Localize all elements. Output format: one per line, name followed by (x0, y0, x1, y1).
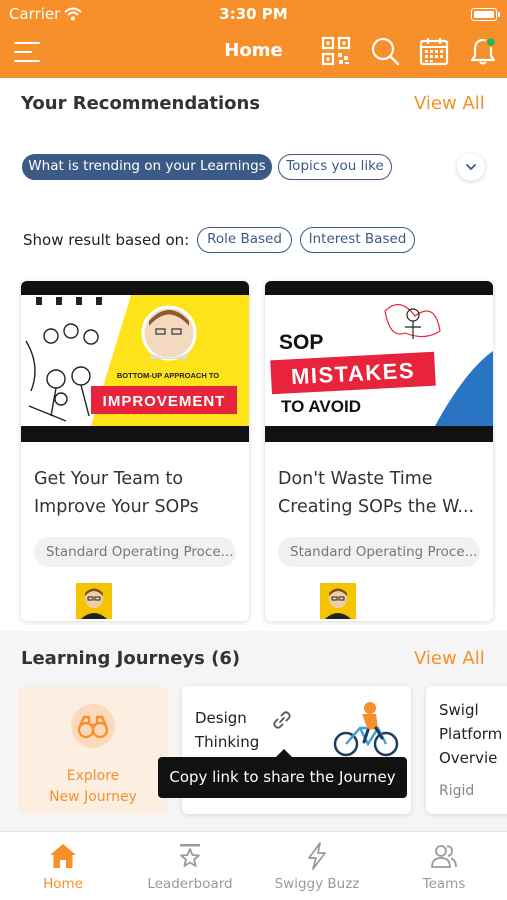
journey-card-platform-overview[interactable]: Swigl Platform Overvie Rigid (426, 686, 507, 814)
chevron-down-icon (466, 164, 476, 170)
explore-label: Explore New Journey (18, 766, 168, 808)
tab-label: Teams (422, 876, 466, 892)
learning-journeys-title: Learning Journeys (6) (21, 648, 241, 669)
explore-icon-bg (71, 704, 115, 748)
recommendation-card[interactable]: SOP MISTAKES TO AVOID Don't Waste Time C… (265, 281, 493, 621)
card-thumbnail: BOTTOM-UP APPROACH TO IMPROVEMENT (21, 281, 249, 442)
cyclist-illustration (333, 702, 399, 757)
card-title: Get Your Team to Improve Your SOPs (34, 469, 199, 517)
binoculars-icon (77, 715, 109, 739)
recommendations-view-all-link[interactable]: View All (414, 93, 485, 114)
link-icon[interactable] (272, 710, 292, 730)
journey-title: Swigl Platform Overvie (439, 698, 502, 770)
tab-home[interactable]: Home (0, 832, 126, 900)
recommendations-section: Your Recommendations View All What is tr… (0, 78, 507, 631)
star-trophy-icon (180, 844, 200, 867)
explore-new-journey-card[interactable]: Explore New Journey (18, 686, 168, 814)
thumbnail-text: TO AVOID (281, 397, 361, 416)
tab-label: Leaderboard (147, 876, 233, 892)
calendar-icon[interactable] (419, 36, 449, 66)
tab-teams[interactable]: Teams (381, 832, 507, 900)
thumbnail-text: BOTTOM-UP APPROACH TO (117, 371, 219, 380)
journey-subtitle: Rigid (439, 783, 475, 799)
search-icon[interactable] (370, 36, 400, 66)
journey-title-line: Platform (439, 725, 503, 743)
card-thumbnail: SOP MISTAKES TO AVOID (265, 281, 493, 442)
journey-title-line: Swigl (439, 701, 479, 719)
copy-link-tooltip: Copy link to share the Journey (158, 749, 407, 798)
filter-label: Show result based on: (23, 231, 190, 249)
card-category-tag: Standard Operating Proce... (34, 537, 236, 567)
bottom-tab-bar: Home Leaderboard Swiggy Buzz Teams (0, 831, 507, 900)
status-bar: Carrier 3:30 PM (0, 5, 507, 25)
lightning-icon (308, 842, 326, 870)
tab-trending[interactable]: What is trending on your Learnings (22, 154, 272, 180)
qr-code-icon[interactable] (321, 36, 351, 66)
author-avatar (320, 583, 356, 619)
explore-label-line: Explore (66, 768, 120, 784)
tab-swiggy-buzz[interactable]: Swiggy Buzz (254, 832, 380, 900)
tab-topics-you-like[interactable]: Topics you like (278, 154, 392, 180)
thumbnail-text: SOP (279, 331, 323, 354)
journeys-view-all-link[interactable]: View All (414, 648, 485, 669)
author-avatar (76, 583, 112, 619)
filter-role-based[interactable]: Role Based (197, 227, 292, 253)
explore-label-line: New Journey (49, 789, 137, 805)
expand-tabs-button[interactable] (457, 153, 485, 181)
journey-title: Design Thinking (195, 706, 259, 754)
card-title: Don't Waste Time Creating SOPs the W... (278, 469, 475, 517)
tab-leaderboard[interactable]: Leaderboard (127, 832, 253, 900)
recommendation-card[interactable]: BOTTOM-UP APPROACH TO IMPROVEMENT Get Yo… (21, 281, 249, 621)
bell-icon[interactable] (468, 36, 498, 66)
top-bar: Carrier 3:30 PM Home (0, 0, 507, 78)
tab-label: Swiggy Buzz (274, 876, 360, 892)
recommendations-title: Your Recommendations (21, 93, 261, 114)
status-time: 3:30 PM (219, 5, 288, 23)
home-scroll-content[interactable]: Your Recommendations View All What is tr… (0, 78, 507, 831)
journey-title-line: Design (195, 709, 247, 727)
journey-title-line: Overvie (439, 749, 498, 767)
home-icon (50, 844, 76, 868)
card-category-tag: Standard Operating Proce... (278, 537, 480, 567)
journey-title-line: Thinking (195, 733, 260, 751)
teams-icon (431, 845, 457, 868)
battery-icon (471, 8, 500, 21)
filter-interest-based[interactable]: Interest Based (300, 227, 415, 253)
thumbnail-text: IMPROVEMENT (103, 393, 226, 410)
tab-label: Home (43, 876, 83, 892)
